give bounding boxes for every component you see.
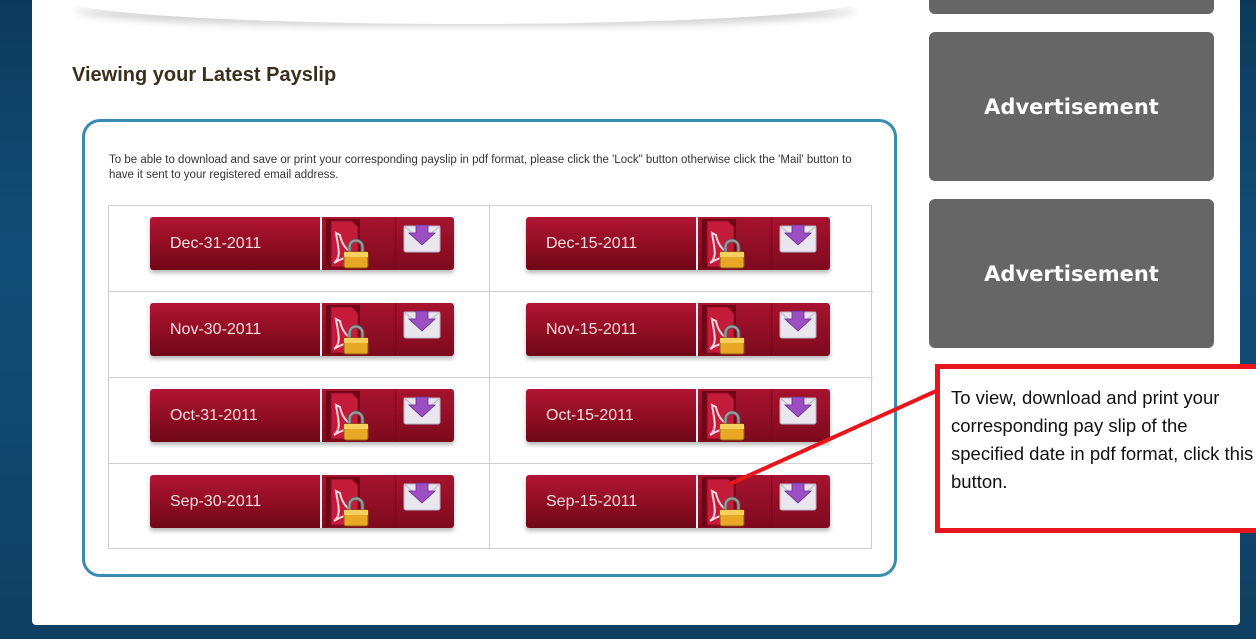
pdf-lock-button[interactable] — [322, 303, 396, 356]
payslip-date-button[interactable]: Sep-30-2011 — [150, 475, 322, 528]
pdf-lock-button[interactable] — [698, 217, 772, 270]
pdf-lock-button[interactable] — [698, 475, 772, 528]
payslip-button-group: Oct-31-2011 — [150, 389, 454, 442]
payslip-date-button[interactable]: Dec-15-2011 — [526, 217, 698, 270]
payslip-cell: Sep-30-2011 — [109, 464, 490, 550]
payslip-button-group: Nov-30-2011 — [150, 303, 454, 356]
payslip-button-group: Dec-15-2011 — [526, 217, 830, 270]
payslip-date-button[interactable]: Oct-31-2011 — [150, 389, 322, 442]
section-title: Viewing your Latest Payslip — [72, 64, 337, 86]
payslip-panel: To be able to download and save or print… — [82, 119, 897, 577]
mail-button[interactable] — [772, 217, 830, 270]
payslip-date-button[interactable]: Dec-31-2011 — [150, 217, 322, 270]
mail-button[interactable] — [396, 303, 454, 356]
payslip-cell: Nov-15-2011 — [490, 292, 873, 378]
payslip-button-group: Sep-15-2011 — [526, 475, 830, 528]
instructions-text: To be able to download and save or print… — [109, 154, 852, 181]
mail-button[interactable] — [396, 217, 454, 270]
pdf-lock-button[interactable] — [698, 303, 772, 356]
payslip-button-group: Dec-31-2011 — [150, 217, 454, 270]
mail-button[interactable] — [772, 303, 830, 356]
mail-button[interactable] — [396, 389, 454, 442]
pdf-lock-button[interactable] — [322, 217, 396, 270]
payslip-cell: Nov-30-2011 — [109, 292, 490, 378]
payslip-button-group: Sep-30-2011 — [150, 475, 454, 528]
payslip-cell: Dec-15-2011 — [490, 206, 873, 292]
payslip-button-group: Nov-15-2011 — [526, 303, 830, 356]
pdf-lock-button[interactable] — [322, 389, 396, 442]
payslip-date-button[interactable]: Nov-15-2011 — [526, 303, 698, 356]
mail-button[interactable] — [772, 389, 830, 442]
payslip-date-button[interactable]: Oct-15-2011 — [526, 389, 698, 442]
mail-button[interactable] — [772, 475, 830, 528]
callout-text: To view, download and print your corresp… — [951, 387, 1254, 492]
payslip-cell: Dec-31-2011 — [109, 206, 490, 292]
payslip-table: Dec-31-2011 Dec-15-2011 Nov-30-2011 Nov-… — [108, 205, 873, 550]
callout-annotation: To view, download and print your corresp… — [935, 364, 1256, 533]
payslip-cell: Oct-15-2011 — [490, 378, 873, 464]
advertisement-stub — [929, 0, 1214, 14]
payslip-date-button[interactable]: Sep-15-2011 — [526, 475, 698, 528]
payslip-cell: Sep-15-2011 — [490, 464, 873, 550]
advertisement-box[interactable]: Advertisement — [929, 32, 1214, 181]
payslip-cell: Oct-31-2011 — [109, 378, 490, 464]
advertisement-box[interactable]: Advertisement — [929, 199, 1214, 348]
mail-button[interactable] — [396, 475, 454, 528]
payslip-button-group: Oct-15-2011 — [526, 389, 830, 442]
pdf-lock-button[interactable] — [322, 475, 396, 528]
payslip-date-button[interactable]: Nov-30-2011 — [150, 303, 322, 356]
pdf-lock-button[interactable] — [698, 389, 772, 442]
